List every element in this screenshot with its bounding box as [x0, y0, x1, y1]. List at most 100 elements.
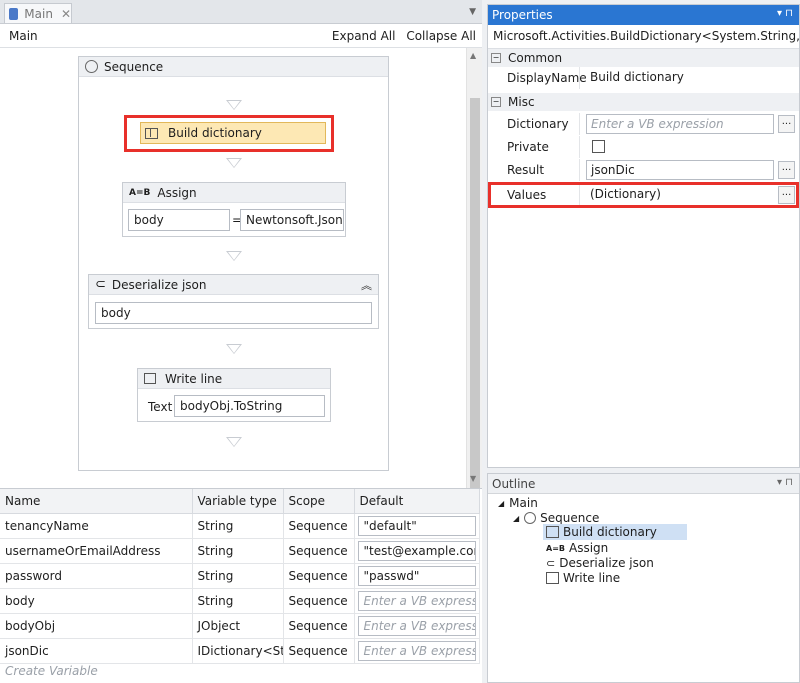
collapse-icon[interactable]: ︽: [361, 277, 372, 293]
variable-default-cell[interactable]: "default": [354, 513, 480, 539]
column-default-header[interactable]: Default: [354, 489, 480, 514]
displayname-value[interactable]: Build dictionary: [586, 68, 688, 88]
assign-value-field[interactable]: Newtonsoft.Json.Js: [240, 209, 344, 231]
deserialize-json-activity[interactable]: ⊂ Deserialize json ︽ body: [88, 274, 379, 329]
variable-name-cell[interactable]: jsonDic: [0, 638, 193, 664]
default-input[interactable]: Enter a VB expression: [357, 590, 476, 611]
console-icon: [144, 373, 156, 384]
column-scope-header[interactable]: Scope: [283, 489, 355, 514]
scrollbar-thumb[interactable]: [470, 98, 480, 488]
close-icon[interactable]: ✕: [61, 7, 71, 21]
variable-name-cell[interactable]: tenancyName: [0, 513, 193, 539]
variable-scope-cell[interactable]: Sequence: [283, 638, 355, 664]
table-row[interactable]: jsonDicIDictionary<StringSequenceEnter a…: [0, 638, 480, 664]
variable-scope-cell[interactable]: Sequence: [283, 588, 355, 614]
outline-panel: Outline ▾ ⊓ ◢ Main ◢ Sequence Build dict…: [487, 473, 800, 683]
pin-icon[interactable]: ▾ ⊓: [777, 477, 793, 488]
collapse-icon[interactable]: −: [491, 97, 501, 107]
table-row[interactable]: usernameOrEmailAddress String Sequence "tes…: [0, 538, 480, 564]
variable-type-cell[interactable]: String: [192, 563, 284, 589]
private-checkbox[interactable]: [592, 140, 605, 153]
outline-node-sequence[interactable]: ◢ Sequence: [513, 511, 599, 525]
variable-type-cell[interactable]: String: [192, 588, 284, 614]
variable-type-cell[interactable]: String: [192, 538, 284, 564]
table-row[interactable]: tenancyName String Sequence "default": [0, 513, 480, 539]
outline-node-build-dictionary[interactable]: Build dictionary: [543, 524, 687, 540]
variable-default-cell[interactable]: "test@example.com": [354, 538, 480, 564]
variable-default-cell[interactable]: "passwd": [354, 563, 480, 589]
variable-name-cell[interactable]: usernameOrEmailAddress: [0, 538, 193, 564]
column-type-header[interactable]: Variable type: [192, 489, 284, 514]
ellipsis-button[interactable]: ...: [778, 186, 795, 204]
breadcrumb[interactable]: Main: [9, 29, 38, 43]
assign-title: Assign: [157, 185, 197, 200]
pin-icon[interactable]: ▾ ⊓: [777, 8, 793, 19]
drop-target-icon[interactable]: [226, 251, 242, 261]
variable-type-cell[interactable]: IDictionary<String: [192, 638, 284, 664]
outline-label: Main: [509, 496, 538, 510]
default-input[interactable]: "default": [357, 515, 476, 536]
outline-node-main[interactable]: ◢ Main: [498, 496, 538, 510]
outline-node-deserialize[interactable]: ⊂ Deserialize json: [546, 556, 654, 570]
scroll-down-icon[interactable]: ▼: [470, 474, 476, 483]
canvas-scrollbar[interactable]: ▲ ▼: [466, 48, 482, 488]
property-displayname[interactable]: DisplayName Build dictionary: [488, 67, 799, 89]
default-input[interactable]: "test@example.com": [357, 540, 476, 561]
document-tab-strip: Main ✕ ▼: [0, 0, 482, 24]
variable-name-cell[interactable]: body: [0, 588, 193, 614]
variable-type-cell[interactable]: JObject: [192, 613, 284, 639]
variable-type-cell[interactable]: String: [192, 513, 284, 539]
chevron-down-icon[interactable]: ▼: [469, 7, 476, 17]
ellipsis-button[interactable]: ...: [778, 161, 795, 179]
values-value[interactable]: (Dictionary): [586, 185, 665, 205]
column-name-header[interactable]: Name: [0, 489, 193, 514]
variable-default-cell[interactable]: Enter a VB expression: [354, 588, 480, 614]
variable-scope-cell[interactable]: Sequence: [283, 513, 355, 539]
variable-name-cell[interactable]: password: [0, 563, 193, 589]
table-row[interactable]: bodyStringSequenceEnter a VB expression: [0, 588, 480, 614]
drop-target-icon[interactable]: [226, 344, 242, 354]
drop-target-icon[interactable]: [226, 100, 242, 110]
drop-target-icon[interactable]: [226, 158, 242, 168]
property-dictionary[interactable]: Dictionary Enter a VB expression ...: [488, 113, 799, 135]
assign-activity[interactable]: A=B Assign body = Newtonsoft.Json.Js: [122, 182, 346, 237]
collapse-icon[interactable]: −: [491, 53, 501, 63]
default-input[interactable]: Enter a VB expression: [357, 640, 476, 661]
outline-node-assign[interactable]: A=B Assign: [546, 541, 608, 555]
collapse-all-link[interactable]: Collapse All: [406, 29, 476, 43]
variable-scope-cell[interactable]: Sequence: [283, 613, 355, 639]
drop-target-icon[interactable]: [226, 437, 242, 447]
default-input[interactable]: Enter a VB expression: [357, 615, 476, 636]
deserialize-input-field[interactable]: body: [95, 302, 372, 324]
variable-default-cell[interactable]: Enter a VB expression: [354, 638, 480, 664]
table-row[interactable]: bodyObjJObjectSequenceEnter a VB express…: [0, 613, 480, 639]
ellipsis-button[interactable]: ...: [778, 115, 795, 133]
variable-scope-cell[interactable]: Sequence: [283, 563, 355, 589]
tab-main[interactable]: Main ✕: [4, 3, 72, 23]
expand-icon[interactable]: ◢: [498, 499, 504, 508]
write-line-text-field[interactable]: bodyObj.ToString: [174, 395, 325, 417]
category-misc[interactable]: − Misc: [488, 93, 799, 111]
scroll-up-icon[interactable]: ▲: [470, 51, 476, 60]
property-result[interactable]: Result jsonDic ...: [488, 159, 799, 181]
property-private[interactable]: Private: [488, 136, 799, 158]
sequence-icon: [85, 60, 98, 73]
variable-default-cell[interactable]: Enter a VB expression: [354, 613, 480, 639]
table-row[interactable]: password String Sequence "passwd": [0, 563, 480, 589]
create-variable-link[interactable]: Create Variable: [5, 664, 98, 678]
write-line-activity[interactable]: Write line Text bodyObj.ToString: [137, 368, 331, 422]
dictionary-input[interactable]: Enter a VB expression: [586, 114, 774, 134]
expand-icon[interactable]: ◢: [513, 514, 519, 523]
default-input[interactable]: "passwd": [357, 565, 476, 586]
expand-all-link[interactable]: Expand All: [332, 29, 396, 43]
variable-scope-cell[interactable]: Sequence: [283, 538, 355, 564]
outline-node-write-line[interactable]: Write line: [546, 571, 620, 585]
variable-name-cell[interactable]: bodyObj: [0, 613, 193, 639]
property-values[interactable]: Values (Dictionary) ...: [488, 182, 799, 208]
write-line-header: Write line: [138, 369, 330, 389]
result-input[interactable]: jsonDic: [586, 160, 774, 180]
category-common[interactable]: − Common: [488, 49, 799, 67]
workflow-canvas[interactable]: Sequence Build dictionary A=B Assign bod…: [0, 48, 466, 488]
build-dictionary-activity[interactable]: Build dictionary: [140, 122, 326, 144]
assign-to-field[interactable]: body: [128, 209, 230, 231]
